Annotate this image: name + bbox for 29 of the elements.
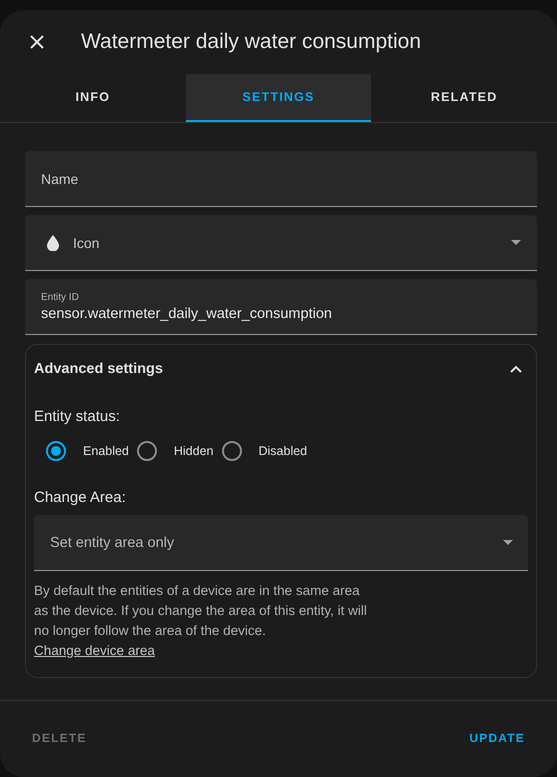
section-label: Entity status: xyxy=(34,408,121,425)
close-icon[interactable] xyxy=(30,35,44,49)
name-field[interactable]: Name xyxy=(25,151,537,207)
change-device-area-link[interactable]: Change device area xyxy=(34,643,155,658)
area-select[interactable]: Set entity area only xyxy=(34,515,528,571)
radio-button[interactable] xyxy=(222,441,242,461)
radio-button[interactable] xyxy=(46,441,66,461)
field-label: Entity ID xyxy=(41,292,79,302)
field-value: sensor.watermeter_daily_water_consumption xyxy=(41,306,332,322)
field-label: Name xyxy=(41,170,78,186)
section-label: Change Area: xyxy=(34,489,127,506)
update-button[interactable]: UPDATE xyxy=(461,723,533,753)
icon-picker-field[interactable]: Icon xyxy=(25,215,537,271)
chevron-icon[interactable] xyxy=(510,365,522,373)
dialog-title: Watermeter daily water consumption xyxy=(81,30,422,54)
caret-icon xyxy=(511,240,521,245)
water-drop-icon xyxy=(47,234,59,250)
radio-label: Hidden xyxy=(174,444,214,458)
tab[interactable]: RELATED xyxy=(371,74,557,122)
help-text: By default the entities of a device are in the same area as the device. If you change the area of this entity, it will no longer follow the area of the device. Change device area xyxy=(34,582,368,660)
radio-label: Disabled xyxy=(258,444,308,458)
entity-id-field[interactable]: Entity ID sensor.watermeter_daily_water_consumption xyxy=(25,279,537,335)
field-label: Icon xyxy=(73,234,100,250)
caret-icon xyxy=(503,540,513,545)
tab[interactable]: SETTINGS xyxy=(186,74,372,122)
radio-label: Enabled xyxy=(83,444,129,458)
section-title: Advanced settings xyxy=(34,361,163,377)
radio-button[interactable] xyxy=(136,441,157,461)
tab[interactable]: INFO xyxy=(0,74,186,122)
